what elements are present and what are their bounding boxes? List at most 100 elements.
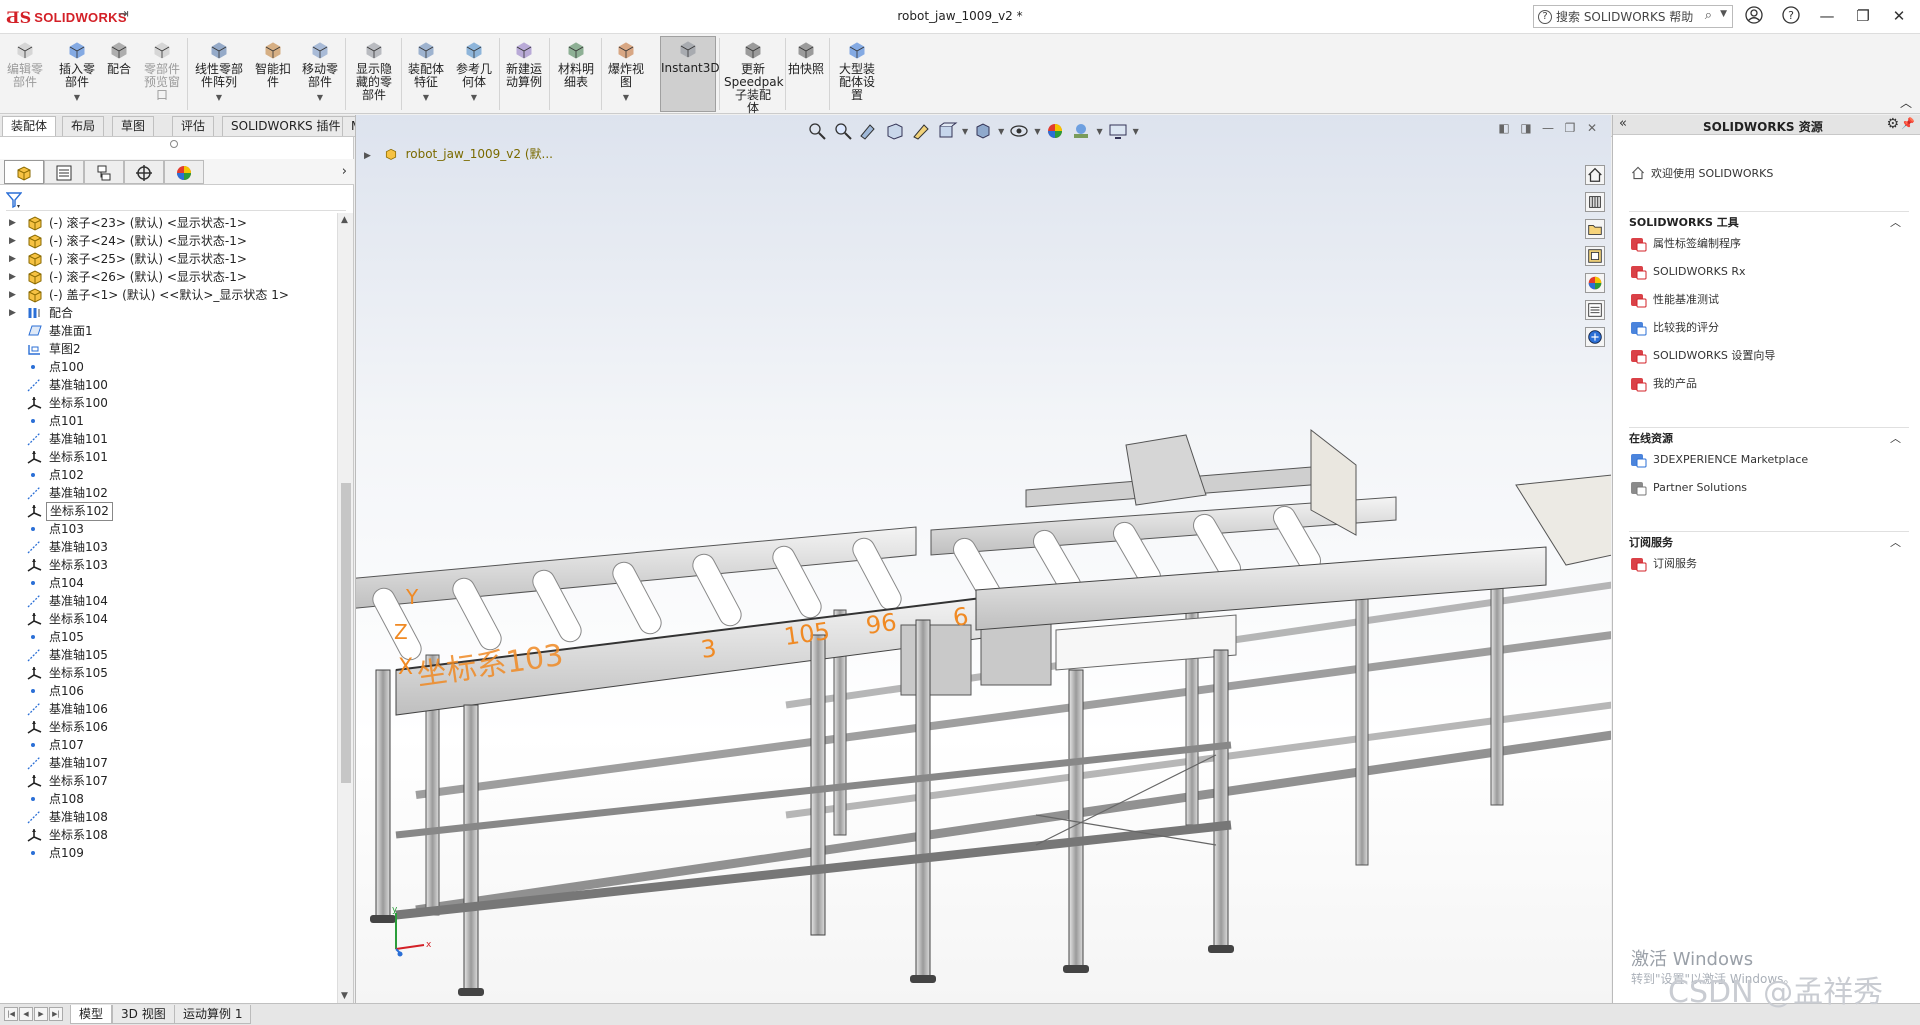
next-tab-icon[interactable]: ▶ — [34, 1007, 48, 1021]
scroll-down-icon[interactable]: ▼ — [341, 991, 348, 1001]
resource-link[interactable]: SOLIDWORKS 设置向导 — [1629, 342, 1909, 370]
apply-scene-icon[interactable] — [1070, 121, 1092, 141]
split-right-icon[interactable]: ◨ — [1515, 121, 1537, 135]
chevron-down-icon[interactable]: ▼ — [604, 91, 648, 104]
model-tab-2[interactable]: 运动算例 1 — [174, 1005, 252, 1024]
expand-icon[interactable]: ▶ — [9, 267, 16, 287]
tree-row-axis[interactable]: 基准轴104 — [0, 591, 336, 611]
custom-properties-icon[interactable] — [1585, 300, 1605, 320]
point-label-96[interactable]: 96 — [864, 608, 898, 640]
tree-row-part[interactable]: ▶ (-) 滚子<26> (默认) <显示状态-1> — [0, 267, 336, 287]
tree-row-point[interactable]: 点106 — [0, 681, 336, 701]
scroll-up-icon[interactable]: ▲ — [341, 215, 348, 225]
last-tab-icon[interactable]: ▶| — [49, 1007, 63, 1021]
ribbon-button-8[interactable]: 装配体 特征 ▼ — [404, 38, 448, 104]
resource-link[interactable]: 订阅服务 — [1629, 550, 1909, 578]
zoom-area-icon[interactable] — [832, 121, 854, 141]
ribbon-button-0[interactable]: 编辑零 部件 — [4, 38, 46, 89]
display-manager-tab[interactable] — [164, 160, 204, 184]
tree-row-axis[interactable]: 基准轴108 — [0, 807, 336, 827]
ribbon-button-10[interactable]: 新建运 动算例 — [502, 38, 546, 89]
tab-4[interactable]: SOLIDWORKS 插件 — [222, 116, 350, 136]
ribbon-button-3[interactable]: 零部件 预览窗 口 — [140, 38, 184, 102]
view-orientation-icon[interactable] — [936, 121, 958, 141]
first-tab-icon[interactable]: |◀ — [4, 1007, 18, 1021]
zoom-to-fit-icon[interactable] — [806, 121, 828, 141]
tree-row-axis[interactable]: 基准轴100 — [0, 375, 336, 395]
expand-icon[interactable]: ▶ — [9, 231, 16, 251]
view-palette-icon[interactable] — [1585, 246, 1605, 266]
ribbon-button-7[interactable]: 显示隐 藏的零 部件 — [350, 38, 398, 102]
maximize-viewport-icon[interactable]: ❐ — [1559, 121, 1581, 135]
tree-filter[interactable] — [5, 191, 346, 211]
tree-row-axis[interactable]: 基准轴107 — [0, 753, 336, 773]
file-explorer-icon[interactable] — [1585, 219, 1605, 239]
ribbon-button-12[interactable]: 爆炸视 图 ▼ — [604, 38, 648, 104]
minimize-viewport-icon[interactable]: — — [1537, 121, 1559, 135]
expand-icon[interactable]: ▶ — [364, 151, 371, 161]
resource-link[interactable]: SOLIDWORKS Rx — [1629, 258, 1909, 286]
ribbon-button-15[interactable]: 拍快照 — [786, 38, 826, 76]
tree-row-point[interactable]: 点103 — [0, 519, 336, 539]
ribbon-button-9[interactable]: 参考几 何体 ▼ — [452, 38, 496, 104]
conveyor-model[interactable] — [356, 115, 1611, 1003]
tree-row-point[interactable]: 点109 — [0, 843, 336, 863]
expand-icon[interactable]: ▶ — [9, 285, 16, 305]
tree-row-axis[interactable]: 基准轴105 — [0, 645, 336, 665]
property-manager-tab[interactable] — [44, 160, 84, 184]
tree-row-csys[interactable]: 坐标系108 — [0, 825, 336, 845]
tree-row-point[interactable]: 点102 — [0, 465, 336, 485]
chevron-down-icon[interactable]: ▼ — [998, 127, 1004, 136]
resource-link[interactable]: 属性标签编制程序 — [1629, 230, 1909, 258]
tree-row-point[interactable]: 点107 — [0, 735, 336, 755]
resource-link[interactable]: 3DEXPERIENCE Marketplace — [1629, 446, 1909, 474]
chevron-down-icon[interactable]: ▼ — [404, 91, 448, 104]
gear-icon[interactable]: ⚙ — [1886, 116, 1899, 132]
resource-link[interactable]: 我的产品 — [1629, 370, 1909, 398]
tree-row-csys[interactable]: 坐标系102 — [0, 501, 336, 521]
home-icon[interactable] — [1585, 165, 1605, 185]
resource-link[interactable]: Partner Solutions — [1629, 474, 1909, 502]
configuration-manager-tab[interactable] — [84, 160, 124, 184]
ribbon-button-4[interactable]: 线性零部 件阵列 ▼ — [190, 38, 248, 104]
double-chevron-left-icon[interactable]: « — [1619, 116, 1627, 131]
tree-row-point[interactable]: 点105 — [0, 627, 336, 647]
chevron-down-icon[interactable]: ▼ — [962, 127, 968, 136]
tree-row-csys[interactable]: 坐标系103 — [0, 555, 336, 575]
tree-row-axis[interactable]: 基准轴102 — [0, 483, 336, 503]
display-style-icon[interactable] — [972, 121, 994, 141]
tree-row-point[interactable]: 点108 — [0, 789, 336, 809]
tree-row-axis[interactable]: 基准轴101 — [0, 429, 336, 449]
tree-row-csys[interactable]: 坐标系101 — [0, 447, 336, 467]
tree-row-csys[interactable]: 坐标系105 — [0, 663, 336, 683]
solidworks-logo[interactable]: ƋS SOLIDWORKS — [6, 8, 127, 27]
section-view-icon[interactable] — [884, 121, 906, 141]
tree-row-point[interactable]: 点101 — [0, 411, 336, 431]
pin-icon[interactable]: ⇥ — [118, 7, 129, 22]
restore-icon[interactable]: ❐ — [1852, 6, 1874, 28]
solidworks-forum-icon[interactable] — [1585, 327, 1605, 347]
tree-scrollbar[interactable]: ▲ ▼ — [337, 213, 353, 1003]
tree-row-point[interactable]: 点104 — [0, 573, 336, 593]
design-library-icon[interactable] — [1585, 192, 1605, 212]
tab-1[interactable]: 布局 — [62, 116, 105, 136]
chevron-up-icon[interactable]: ︿ — [1890, 430, 1901, 446]
help-search-input[interactable]: ? 搜索 SOLIDWORKS 帮助 ⌕ ▼ — [1533, 5, 1733, 28]
ribbon-button-16[interactable]: 大型装 配体设 置 — [832, 38, 882, 102]
reference-triad[interactable]: y x — [390, 905, 440, 960]
tree-row-csys[interactable]: 坐标系107 — [0, 771, 336, 791]
previous-view-icon[interactable] — [858, 121, 880, 141]
ribbon-button-1[interactable]: 插入零 部件 ▼ — [54, 38, 100, 104]
chevron-down-icon[interactable]: ▼ — [54, 91, 100, 104]
view-settings-icon[interactable] — [1107, 121, 1129, 141]
tree-row-plane[interactable]: 基准面1 — [0, 321, 336, 341]
question-icon[interactable]: ? — [1780, 6, 1802, 28]
close-viewport-icon[interactable]: ✕ — [1581, 121, 1603, 135]
minimize-icon[interactable]: — — [1816, 6, 1838, 28]
tree-row-mate[interactable]: ▶ 配合 — [0, 303, 336, 323]
chevron-down-icon[interactable]: ▼ — [1133, 127, 1139, 136]
tab-0[interactable]: 装配体 — [2, 116, 57, 136]
chevron-down-icon[interactable]: ▼ — [1034, 127, 1040, 136]
model-tab-1[interactable]: 3D 视图 — [112, 1005, 175, 1024]
resource-link[interactable]: 性能基准测试 — [1629, 286, 1909, 314]
